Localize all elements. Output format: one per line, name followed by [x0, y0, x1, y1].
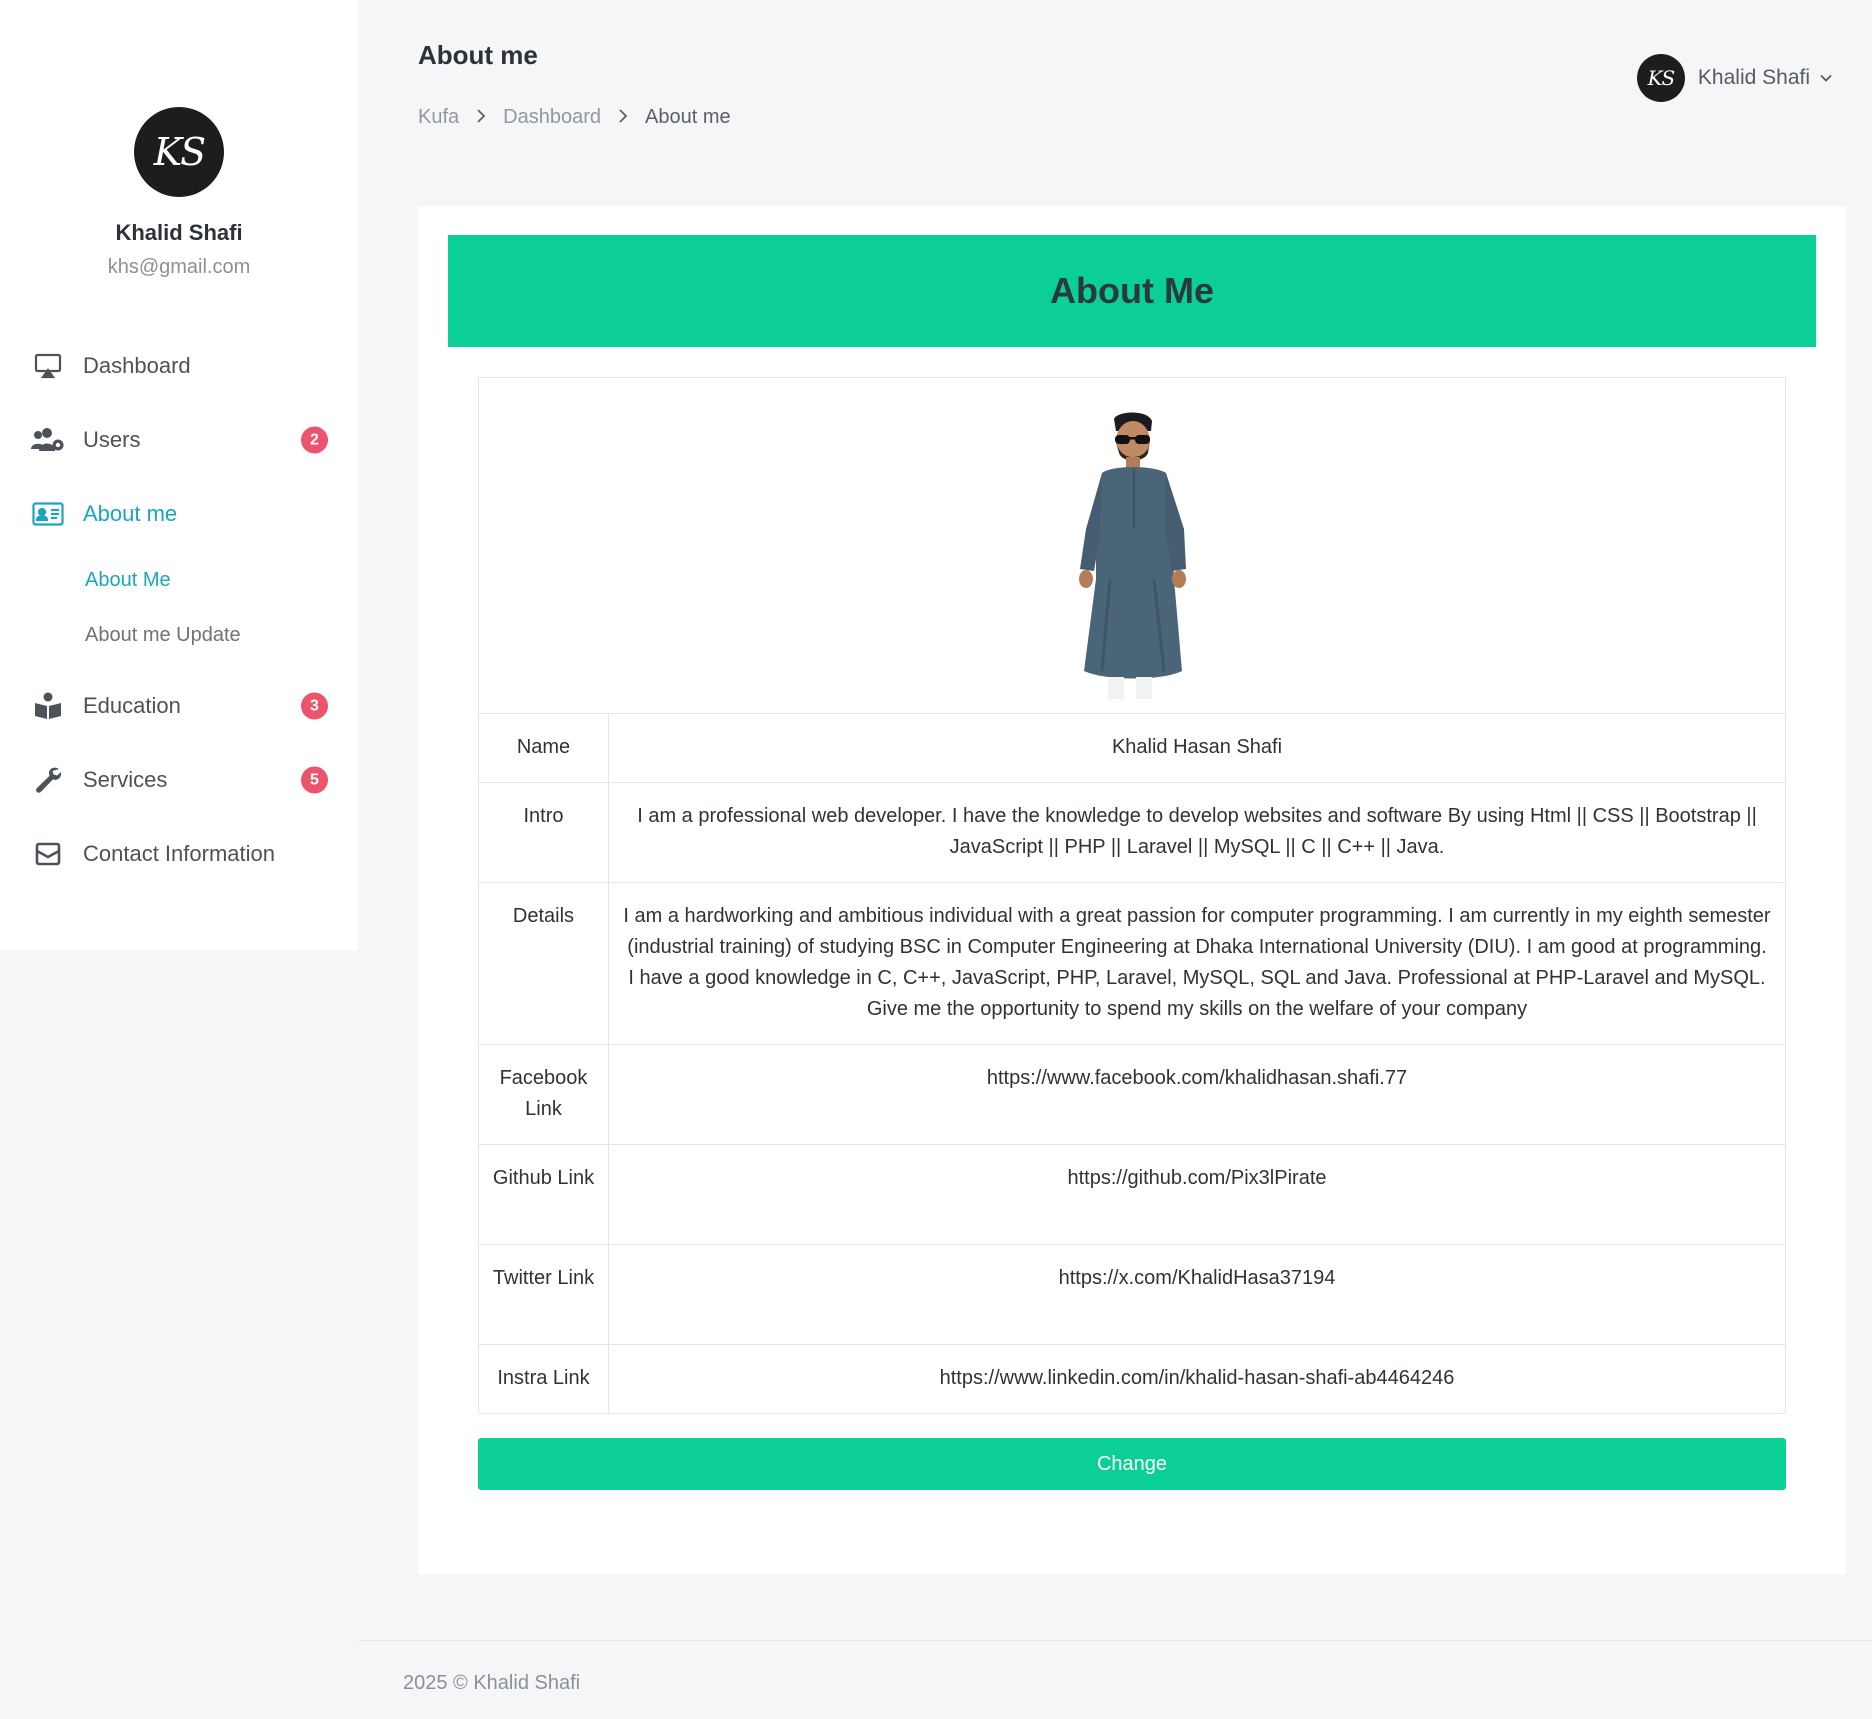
- users-count-badge: 2: [301, 426, 328, 454]
- profile-photo: [1079, 412, 1186, 699]
- row-key-details: Details: [478, 882, 609, 1045]
- wrench-icon: [30, 765, 66, 795]
- sidebar-item-contact-information[interactable]: Contact Information: [0, 817, 358, 891]
- education-count-badge: 3: [301, 692, 328, 720]
- sidebar: KS Khalid Shafi khs@gmail.com Dashboard: [0, 0, 358, 950]
- row-key-github-link: Github Link: [478, 1144, 609, 1245]
- sidebar-item-users[interactable]: Users 2: [0, 403, 358, 477]
- chevron-right-icon: [476, 107, 486, 128]
- user-menu-dropdown[interactable]: KS Khalid Shafi: [1636, 54, 1832, 102]
- row-value-facebook-link: https://www.facebook.com/khalidhasan.sha…: [608, 1044, 1786, 1145]
- footer-copyright: 2025 © Khalid Shafi: [403, 1672, 581, 1694]
- change-button[interactable]: Change: [478, 1438, 1786, 1490]
- page-title: About me: [418, 40, 538, 70]
- sidebar-profile: KS Khalid Shafi khs@gmail.com: [0, 0, 358, 279]
- user-avatar: KS: [1636, 54, 1685, 102]
- table-row: Facebook Link https://www.facebook.com/k…: [478, 1044, 1786, 1145]
- row-key-name: Name: [478, 713, 609, 783]
- row-value-name: Khalid Hasan Shafi: [608, 713, 1786, 783]
- book-reader-icon: [30, 691, 66, 721]
- table-row-photo: [478, 377, 1786, 714]
- profile-name: Khalid Shafi: [115, 220, 243, 245]
- avatar[interactable]: KS: [134, 107, 224, 197]
- breadcrumb-link-kufa[interactable]: Kufa: [418, 106, 459, 129]
- chevron-right-icon: [618, 107, 628, 128]
- users-gear-icon: [30, 425, 66, 455]
- sidebar-nav: Dashboard Users 2 About me About Me Abou…: [0, 329, 358, 891]
- about-me-submenu: About Me About me Update: [0, 551, 358, 669]
- chevron-down-icon: [1820, 69, 1832, 87]
- submenu-item-about-me-update[interactable]: About me Update: [0, 608, 358, 663]
- row-value-instra-link: https://www.linkedin.com/in/khalid-hasan…: [608, 1344, 1786, 1414]
- row-key-twitter-link: Twitter Link: [478, 1244, 609, 1345]
- row-value-twitter-link: https://x.com/KhalidHasa37194: [608, 1244, 1786, 1345]
- breadcrumb: Kufa Dashboard About me: [418, 106, 731, 129]
- breadcrumb-current: About me: [645, 106, 731, 128]
- table-row: Details I am a hardworking and ambitious…: [478, 882, 1786, 1045]
- sidebar-item-label: Education: [83, 693, 181, 718]
- sidebar-item-about-me[interactable]: About me: [0, 477, 358, 551]
- table-row: Github Link https://github.com/Pix3lPira…: [478, 1144, 1786, 1245]
- row-value-intro: I am a professional web developer. I hav…: [608, 782, 1786, 883]
- submenu-item-about-me[interactable]: About Me: [0, 553, 358, 608]
- user-name: Khalid Shafi: [1697, 66, 1810, 89]
- sidebar-item-label: Services: [83, 767, 168, 792]
- sidebar-item-label: About me: [83, 501, 178, 526]
- profile-photo-cell: [478, 377, 1786, 714]
- card-title: About Me: [448, 235, 1816, 347]
- sidebar-item-education[interactable]: Education 3: [0, 669, 358, 743]
- sidebar-item-label: Contact Information: [83, 841, 275, 866]
- monitor-icon: [30, 351, 66, 381]
- row-key-intro: Intro: [478, 782, 609, 883]
- sidebar-item-label: Dashboard: [83, 353, 191, 378]
- row-key-facebook-link: Facebook Link: [478, 1044, 609, 1145]
- sidebar-item-dashboard[interactable]: Dashboard: [0, 329, 358, 403]
- footer-divider: [358, 1640, 1872, 1641]
- sidebar-item-label: Users: [83, 427, 141, 452]
- profile-email: khs@gmail.com: [107, 256, 251, 278]
- row-value-details: I am a hardworking and ambitious individ…: [608, 882, 1786, 1045]
- about-me-card: About Me Name Khalid Hasan Shafi Intro I…: [418, 206, 1846, 1574]
- row-key-instra-link: Instra Link: [478, 1344, 609, 1414]
- envelope-icon: [30, 839, 66, 869]
- table-row: Twitter Link https://x.com/KhalidHasa371…: [478, 1244, 1786, 1345]
- table-row: Name Khalid Hasan Shafi: [478, 713, 1786, 783]
- about-me-table: Name Khalid Hasan Shafi Intro I am a pro…: [478, 377, 1786, 1414]
- id-card-icon: [30, 499, 66, 529]
- table-row: Intro I am a professional web developer.…: [478, 782, 1786, 883]
- services-count-badge: 5: [301, 766, 328, 794]
- breadcrumb-link-dashboard[interactable]: Dashboard: [503, 106, 601, 129]
- sidebar-item-services[interactable]: Services 5: [0, 743, 358, 817]
- table-row: Instra Link https://www.linkedin.com/in/…: [478, 1344, 1786, 1414]
- row-value-github-link: https://github.com/Pix3lPirate: [608, 1144, 1786, 1245]
